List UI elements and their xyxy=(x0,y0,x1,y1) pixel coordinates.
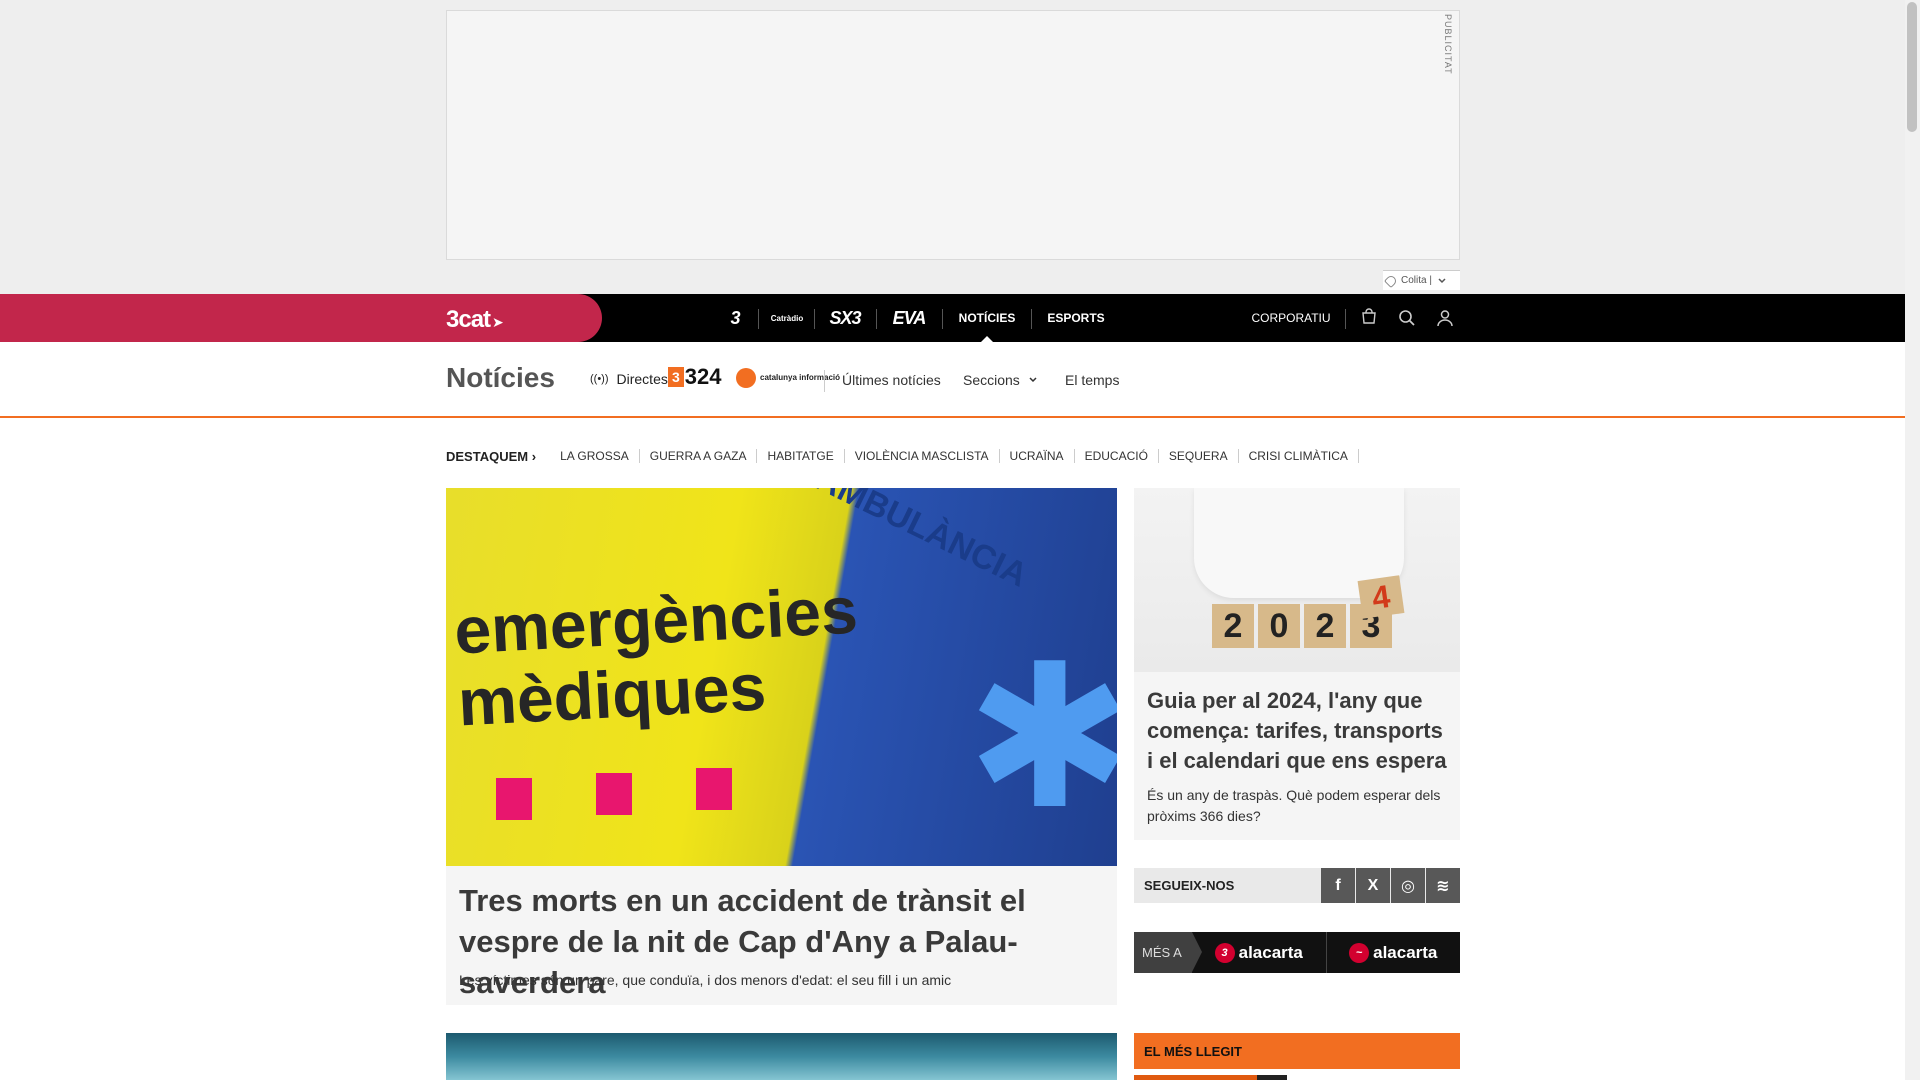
star-of-life-icon: ✱ xyxy=(966,626,1117,849)
tag-link[interactable]: UCRAÏNA xyxy=(1000,449,1075,463)
main-article-image[interactable]: AMBULÀNCIA ✱ emergències mèdiques xyxy=(446,488,1117,866)
nav-noticies-label: NOTÍCIES xyxy=(958,311,1016,325)
tag-link[interactable]: SEQUERA xyxy=(1159,449,1239,463)
most-read-tab-strip-dark xyxy=(1257,1075,1287,1080)
catinfo-label: catalunya informació xyxy=(760,373,841,382)
colita-label: Colita | xyxy=(1401,275,1432,286)
ad-label: PUBLICITAT xyxy=(1443,14,1453,75)
mes-a-alacarta-bar: MÉS A 3 alacarta ~ alacarta xyxy=(1134,932,1460,973)
alacarta-label: alacarta xyxy=(1238,942,1303,962)
3cat-logo[interactable]: 3cat ➤ xyxy=(446,306,504,334)
instagram-icon[interactable]: ◎ xyxy=(1391,868,1425,903)
side-article-image[interactable]: 2 0 2 3 4 xyxy=(1134,488,1460,672)
tv3-logo: 3 xyxy=(730,307,740,328)
separator xyxy=(814,309,815,329)
follow-us-bar: SEGUEIX-NOS f X ◎ ≋ xyxy=(1134,868,1460,903)
colita-ad-tag[interactable]: Colita | xyxy=(1383,270,1460,290)
ad-slot[interactable] xyxy=(446,10,1460,260)
directes-link[interactable]: ((•)) Directes xyxy=(590,371,668,387)
x-icon[interactable]: X xyxy=(1356,868,1390,903)
page: PUBLICITAT Colita | 3cat ➤ 3 Catràdio SX3… xyxy=(0,0,1920,1080)
facebook-icon[interactable]: f xyxy=(1321,868,1355,903)
eva-logo: EVA xyxy=(892,307,927,328)
network-bar-brand-area xyxy=(0,294,602,342)
nav-noticies[interactable]: NOTÍCIES xyxy=(950,294,1024,342)
sx3-logo: SX3 xyxy=(829,307,861,328)
rss-icon[interactable]: ≋ xyxy=(1426,868,1460,903)
destaquem-label: DESTAQUEM › xyxy=(446,448,537,464)
separator xyxy=(824,370,825,392)
324-logo-text: 324 xyxy=(684,364,722,389)
tag-link[interactable]: EDUCACIÓ xyxy=(1075,449,1159,463)
scrollbar-track[interactable] xyxy=(1905,0,1920,1080)
sx3-link[interactable]: SX3 xyxy=(820,294,870,342)
chevron-down-icon xyxy=(1438,277,1446,283)
alacarta-label: alacarta xyxy=(1373,942,1438,962)
3cat-arrow-icon: ➤ xyxy=(492,314,504,330)
chevron-down-icon xyxy=(1029,377,1037,383)
nav-corporatiu-label: CORPORATIU xyxy=(1251,311,1331,325)
separator xyxy=(758,309,759,329)
eva-link[interactable]: EVA xyxy=(884,294,934,342)
tag-link[interactable]: GUERRA A GAZA xyxy=(640,449,758,463)
seccions-label: Seccions xyxy=(963,372,1020,388)
follow-us-label: SEGUEIX-NOS xyxy=(1144,878,1235,893)
3cat-logo-text: 3cat xyxy=(446,306,491,333)
seccions-dropdown[interactable]: Seccions xyxy=(963,372,1038,388)
image-new-digit: 4 xyxy=(1357,575,1405,619)
second-article-image[interactable] xyxy=(446,1033,1117,1080)
tag-link[interactable]: CRISI CLIMÀTICA xyxy=(1239,449,1359,463)
decor-square xyxy=(596,773,632,815)
separator xyxy=(1345,309,1346,329)
highlight-tags: DESTAQUEM › LA GROSSA GUERRA A GAZA HABI… xyxy=(446,446,1359,466)
324-logo[interactable]: 3 324 xyxy=(668,364,722,390)
ultimes-noticies-link[interactable]: Últimes notícies xyxy=(842,372,941,388)
image-emergency-text: emergències mèdiques xyxy=(452,572,860,740)
live-broadcast-icon: ((•)) xyxy=(590,373,609,385)
user-icon[interactable] xyxy=(1435,308,1455,328)
directes-label: Directes xyxy=(616,371,668,387)
nav-esports[interactable]: ESPORTS xyxy=(1040,294,1112,342)
separator xyxy=(942,309,943,329)
tag-link[interactable]: VIOLÈNCIA MASCLISTA xyxy=(845,449,1000,463)
side-article-title[interactable]: Guia per al 2024, l'any que comença: tar… xyxy=(1147,686,1447,776)
separator xyxy=(876,309,877,329)
el-temps-link[interactable]: El temps xyxy=(1065,372,1119,388)
mes-a-label: MÉS A xyxy=(1134,932,1202,973)
section-title[interactable]: Notícies xyxy=(446,362,555,394)
chevron-right-icon: › xyxy=(531,448,537,464)
cart-icon[interactable] xyxy=(1359,308,1379,328)
main-article-card[interactable]: AMBULÀNCIA ✱ emergències mèdiques Tres m… xyxy=(446,488,1117,1005)
catradio-logo: Catràdio xyxy=(770,313,804,323)
network-bar: 3cat ➤ 3 Catràdio SX3 EVA NOTÍCIES ESPORT… xyxy=(0,294,1905,343)
catradio-link[interactable]: Catràdio xyxy=(764,294,810,342)
catinfo-circle-icon xyxy=(736,368,756,388)
side-article-card[interactable]: 2 0 2 3 4 Guia per al 2024, l'any que co… xyxy=(1134,488,1460,840)
nav-esports-label: ESPORTS xyxy=(1047,311,1105,325)
catradio-badge-icon: ~ xyxy=(1349,942,1370,963)
separator xyxy=(1031,309,1032,329)
tv3-link[interactable]: 3 xyxy=(712,294,758,342)
side-article-subtitle: És un any de traspàs. Què podem esperar … xyxy=(1147,787,1441,824)
tag-link[interactable]: HABITATGE xyxy=(757,449,845,463)
324-logo-3: 3 xyxy=(668,367,684,387)
tv3-badge-icon: 3 xyxy=(1214,942,1235,963)
tag-link[interactable]: LA GROSSA xyxy=(550,449,640,463)
section-header: Notícies ((•)) Directes 3 324 catalunya i… xyxy=(0,342,1905,418)
most-read-header: EL MÉS LLEGIT xyxy=(1134,1033,1460,1069)
scrollbar-thumb[interactable] xyxy=(1907,2,1917,132)
tv3-alacarta-link[interactable]: 3 alacarta xyxy=(1192,932,1326,973)
main-article-subtitle: Les víctimes són un pare, que conduïa, i… xyxy=(459,972,952,988)
tag-icon xyxy=(1383,273,1399,288)
decor-square xyxy=(496,778,532,820)
ad-band: PUBLICITAT Colita | xyxy=(0,0,1905,294)
decor-square xyxy=(696,768,732,810)
search-icon[interactable] xyxy=(1397,308,1417,328)
catradio-alacarta-link[interactable]: ~ alacarta xyxy=(1325,932,1461,973)
nav-corporatiu[interactable]: CORPORATIU xyxy=(1244,294,1338,342)
